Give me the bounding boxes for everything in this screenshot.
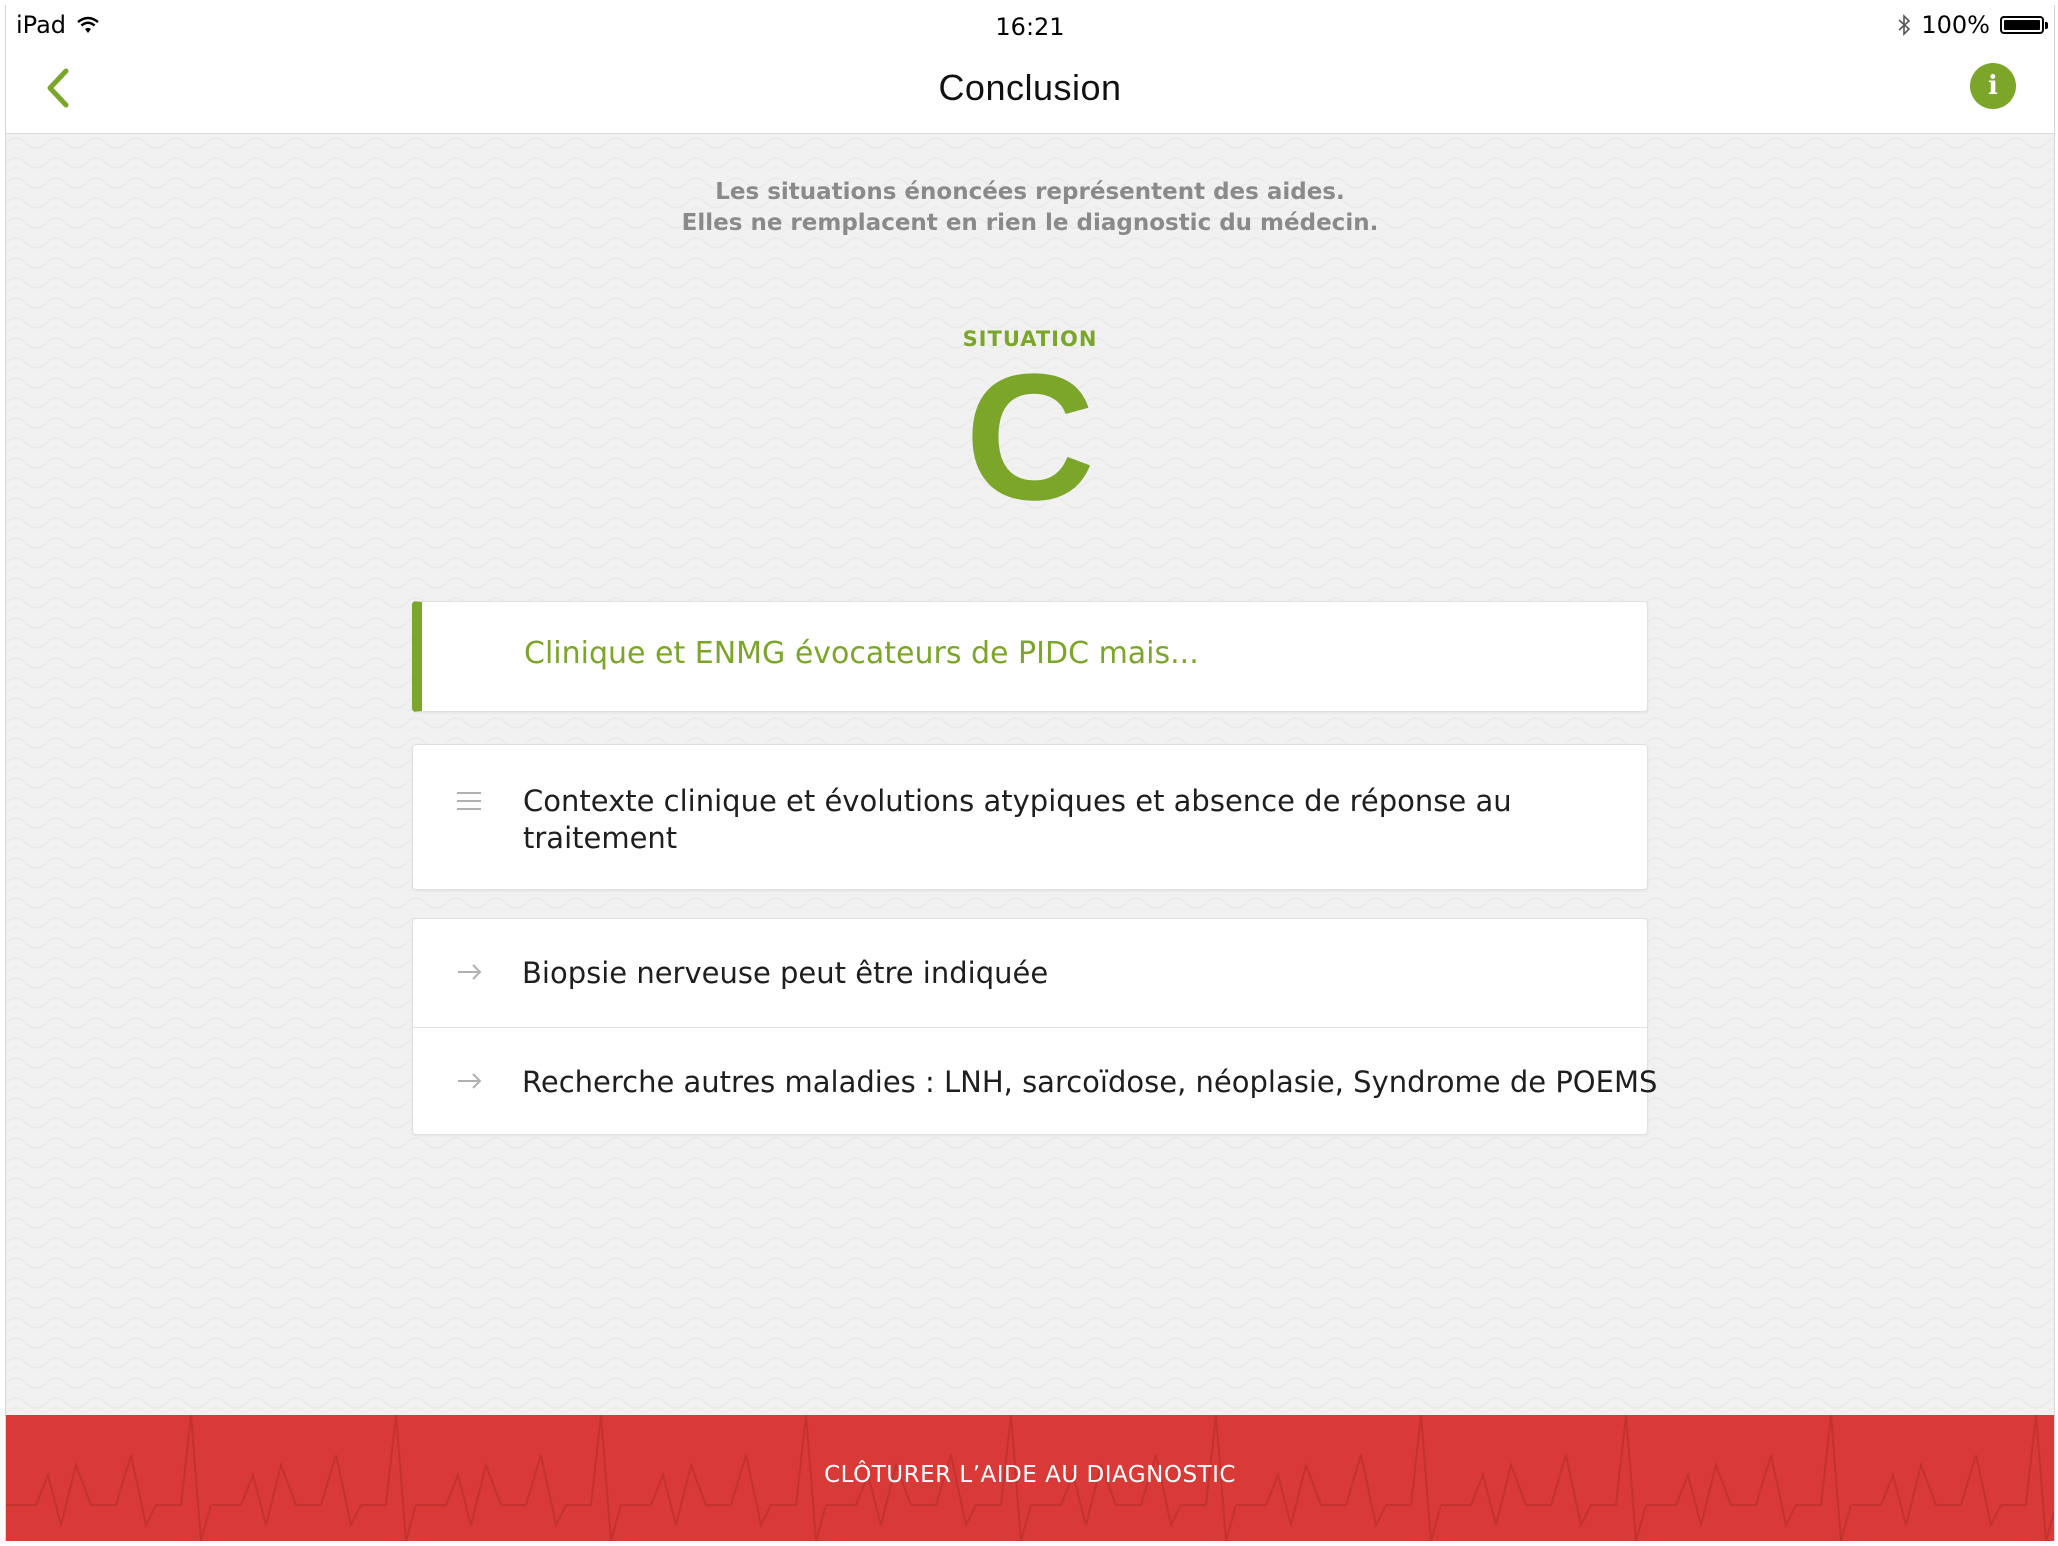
close-diagnosis-label: CLÔTURER L’AIDE AU DIAGNOSTIC (824, 1462, 1236, 1488)
context-card: Contexte clinique et évolutions atypique… (412, 744, 1648, 890)
conclusion-heading-card: Clinique et ENMG évocateurs de PIDC mais… (412, 601, 1648, 712)
context-text: Contexte clinique et évolutions atypique… (523, 784, 1512, 855)
close-diagnosis-button[interactable]: CLÔTURER L’AIDE AU DIAGNOSTIC (6, 1415, 2054, 1541)
arrow-right-icon (458, 1073, 482, 1089)
situation-letter: C (965, 337, 1095, 538)
disclaimer-line-2: Elles ne remplacent en rien le diagnosti… (681, 210, 1379, 236)
battery-percentage: 100% (1921, 11, 1990, 39)
text-lines-icon (457, 792, 481, 810)
action-item-biopsy[interactable]: Biopsie nerveuse peut être indiquée (413, 919, 1647, 1028)
disclaimer-line-1: Les situations énoncées représentent des… (715, 179, 1345, 205)
disclaimer-text: Les situations énoncées représentent des… (6, 177, 2054, 239)
status-time: 16:21 (995, 13, 1065, 41)
page-title: Conclusion (938, 67, 1122, 108)
action-text: Biopsie nerveuse peut être indiquée (522, 956, 1049, 990)
bluetooth-icon (1898, 14, 1911, 36)
action-item-other-diseases[interactable]: Recherche autres maladies : LNH, sarcoïd… (413, 1028, 1657, 1136)
battery-icon (2000, 16, 2048, 34)
info-button[interactable]: i (1970, 63, 2016, 109)
action-text: Recherche autres maladies : LNH, sarcoïd… (522, 1065, 1658, 1099)
navigation-bar: Conclusion i (6, 45, 2054, 134)
actions-card: Biopsie nerveuse peut être indiquée Rech… (412, 918, 1657, 1136)
arrow-right-icon (458, 964, 482, 980)
status-bar: iPad 16:21 100% (6, 5, 2054, 45)
conclusion-heading: Clinique et ENMG évocateurs de PIDC mais… (524, 636, 1199, 671)
app-screen: iPad 16:21 100% Conclusion i Les situati… (5, 5, 2055, 1541)
